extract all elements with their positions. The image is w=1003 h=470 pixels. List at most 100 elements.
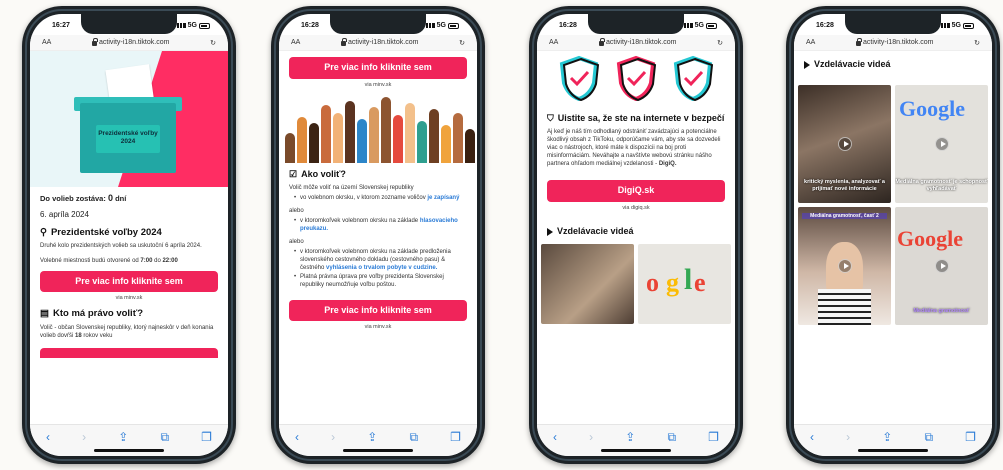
network-label: 5G: [187, 22, 197, 29]
video-thumbnail[interactable]: kritický myslenia, analyzovať a prijímať…: [798, 84, 891, 203]
via-digiq-link[interactable]: via digiq.sk: [547, 205, 725, 212]
registered-link[interactable]: je zapísaný: [427, 195, 459, 201]
via-link[interactable]: via minv.sk: [40, 295, 218, 302]
safety-text: Aj keď je náš tím odhodlaný odstrániť za…: [547, 128, 721, 168]
bookmarks-icon[interactable]: ⧉: [667, 430, 676, 445]
text-size-button[interactable]: AA: [806, 39, 815, 46]
videos-title: Vzdelávacie videá: [547, 226, 725, 238]
address-bar[interactable]: AA activity-i18n.tiktok.com ↻: [794, 35, 992, 51]
partial-button[interactable]: [40, 347, 218, 358]
back-icon[interactable]: ‹: [295, 430, 299, 444]
url-text[interactable]: activity-i18n.tiktok.com: [99, 39, 169, 46]
section-title: ⚲ Prezidentské voľby 2024: [40, 227, 162, 239]
battery-icon: [448, 22, 459, 29]
ballot-label-line1: Prezidentské voľby: [98, 130, 158, 137]
vote-option-list: vo volebnom okrsku, v ktorom zozname vol…: [294, 194, 467, 202]
video-caption: Mediálna gramotnosť: [913, 307, 970, 314]
tabs-icon[interactable]: ❐: [450, 430, 461, 444]
ballot-label-line2: 2024: [120, 137, 136, 145]
lock-icon: [856, 38, 863, 46]
url-text[interactable]: activity-i18n.tiktok.com: [863, 39, 933, 46]
video-thumbnail[interactable]: o g l e: [638, 243, 731, 324]
status-time: 16:27: [52, 22, 70, 29]
back-icon[interactable]: ‹: [810, 430, 814, 444]
phone-1-screen: 16:27 5G AA activity-i18n.tiktok.com ↻ P…: [30, 14, 228, 456]
battery-icon: [706, 22, 717, 29]
url-text[interactable]: activity-i18n.tiktok.com: [348, 39, 418, 46]
tabs-icon[interactable]: ❐: [965, 430, 976, 444]
address-bar[interactable]: AA activity-i18n.tiktok.com ↻: [537, 35, 735, 51]
video-thumbnail[interactable]: Google Mediálna gramotnosť: [895, 206, 988, 325]
play-icon[interactable]: [837, 136, 852, 151]
video-thumbnail[interactable]: Mediálna gramotnosť, časť 2: [798, 206, 891, 325]
play-icon[interactable]: [837, 258, 852, 273]
digiq-button[interactable]: DigiQ.sk: [547, 180, 725, 202]
play-triangle-icon: [547, 227, 553, 236]
how-to-vote-text: Volič môže voliť na území Slovenskej rep…: [289, 184, 467, 290]
tabs-icon[interactable]: ❐: [201, 430, 212, 444]
vote-option-1: vo volebnom okrsku, v ktorom zozname vol…: [294, 194, 467, 202]
bookmarks-icon[interactable]: ⧉: [409, 430, 418, 445]
back-icon[interactable]: ‹: [46, 430, 50, 444]
google-logo-text: Google: [897, 225, 963, 251]
video-thumbnail[interactable]: Google Mediálna gramotnosť je schopnosť …: [895, 84, 988, 203]
lock-icon: [599, 38, 606, 46]
vote-option-list: v ktoromkoľvek volebnom okrsku na základ…: [294, 248, 467, 289]
forward-icon[interactable]: ›: [589, 430, 593, 444]
phone-4-screen: 16:28 5G AA activity-i18n.tiktok.com ↻ V…: [794, 14, 992, 456]
address-bar[interactable]: AA activity-i18n.tiktok.com ↻: [279, 35, 477, 51]
vote-option-4: Platná právna úprava pre voľby prezident…: [294, 273, 467, 289]
home-indicator: [601, 449, 671, 452]
page-content: Pre viac info kliknite sem via minv.sk ☑…: [279, 51, 477, 424]
google-logo-text: Google: [899, 95, 965, 121]
home-indicator: [858, 449, 928, 452]
play-icon[interactable]: [934, 258, 949, 273]
how-to-vote-title: ☑ Ako voliť?: [289, 168, 346, 179]
shield-check-icon: [673, 55, 713, 101]
text-size-button[interactable]: AA: [42, 39, 51, 46]
phone-3: 16:28 5G AA activity-i18n.tiktok.com ↻ ⛉…: [529, 6, 743, 464]
tabs-icon[interactable]: ❐: [708, 430, 719, 444]
via-link-bottom[interactable]: via minv.sk: [289, 324, 467, 331]
bookmarks-icon[interactable]: ⧉: [160, 430, 169, 445]
forward-icon[interactable]: ›: [846, 430, 850, 444]
status-time: 16:28: [816, 22, 834, 29]
play-icon[interactable]: [934, 136, 949, 151]
person-check-icon: ⚲: [40, 227, 47, 239]
bookmarks-icon[interactable]: ⧉: [924, 430, 933, 445]
residence-declaration-link[interactable]: vyhlásenia o trvalom pobyte v cudzine.: [326, 265, 437, 271]
notch: [330, 14, 426, 34]
ballot-icon: ☑: [289, 168, 298, 179]
lock-icon: [92, 38, 99, 46]
address-bar[interactable]: AA activity-i18n.tiktok.com ↻: [30, 35, 228, 51]
video-thumbnail[interactable]: [541, 243, 634, 324]
more-info-button-top[interactable]: Pre viac info kliknite sem: [289, 57, 467, 79]
reload-icon[interactable]: ↻: [717, 39, 723, 47]
ballot-box-label: Prezidentské voľby 2024: [96, 125, 160, 153]
back-icon[interactable]: ‹: [553, 430, 557, 444]
shield-check-icon: [616, 55, 657, 101]
share-icon[interactable]: ⇪: [367, 430, 377, 444]
shield-check-icon: [560, 55, 600, 101]
reload-icon[interactable]: ↻: [459, 39, 465, 47]
more-info-button-bottom[interactable]: Pre viac info kliknite sem: [289, 299, 467, 322]
reload-icon[interactable]: ↻: [210, 39, 216, 47]
text-size-button[interactable]: AA: [549, 39, 558, 46]
signal-icon: [425, 23, 435, 28]
share-icon[interactable]: ⇪: [625, 430, 635, 444]
play-triangle-icon: [804, 60, 810, 69]
hours-info: Volebné miestnosti budú otvorené od 7:00…: [40, 257, 178, 264]
ballot-box-illustration: Prezidentské voľby 2024: [30, 51, 228, 187]
forward-icon[interactable]: ›: [331, 430, 335, 444]
share-icon[interactable]: ⇪: [882, 430, 892, 444]
battery-icon: [963, 22, 974, 29]
share-icon[interactable]: ⇪: [118, 430, 128, 444]
forward-icon[interactable]: ›: [82, 430, 86, 444]
via-link-top[interactable]: via minv.sk: [289, 82, 467, 89]
vote-option-3: v ktoromkoľvek volebnom okrsku na základ…: [294, 248, 467, 272]
url-text[interactable]: activity-i18n.tiktok.com: [606, 39, 676, 46]
more-info-button[interactable]: Pre viac info kliknite sem: [40, 270, 218, 293]
reload-icon[interactable]: ↻: [974, 39, 980, 47]
page-content: Vzdelávacie videá kritický myslenia, ana…: [794, 51, 992, 424]
text-size-button[interactable]: AA: [291, 39, 300, 46]
